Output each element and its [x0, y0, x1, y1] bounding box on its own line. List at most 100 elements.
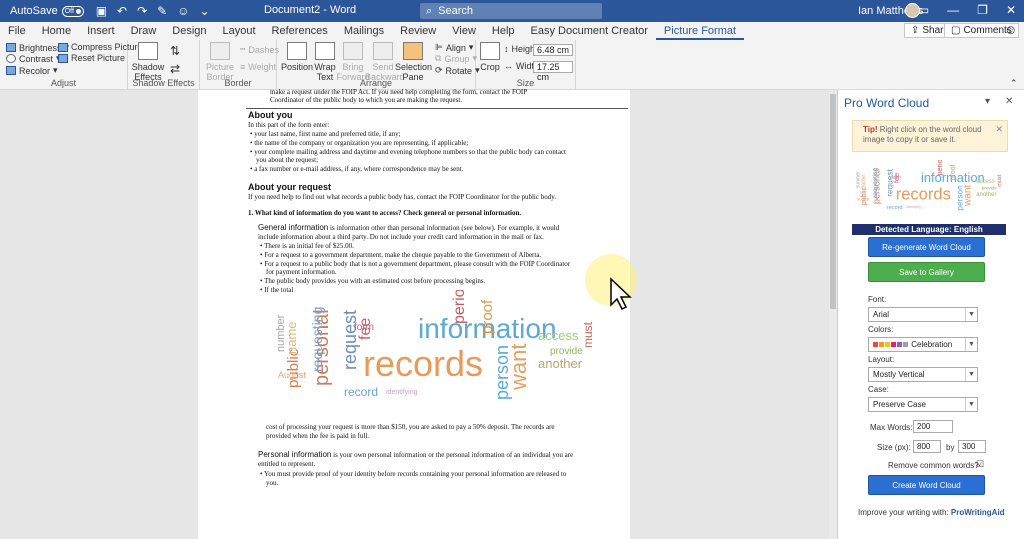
- ribbon-options-icon[interactable]: ▭: [918, 3, 929, 17]
- remove-common-checkbox[interactable]: ☑: [976, 459, 984, 470]
- shadow-toggle-icon[interactable]: ⇄: [170, 62, 180, 76]
- reset-picture-button[interactable]: Reset Picture: [58, 53, 125, 63]
- group-icon: ⧉: [435, 53, 442, 63]
- create-word-cloud-button[interactable]: Create Word Cloud: [868, 475, 985, 495]
- more-icon[interactable]: ⌄: [200, 4, 210, 18]
- autosave-toggle[interactable]: Off: [61, 5, 84, 17]
- weight-button[interactable]: ≡ Weight: [240, 62, 276, 72]
- case-label: Case:: [868, 385, 889, 394]
- wrap-text-icon: [315, 42, 335, 60]
- word-cloud-preview[interactable]: informationrecordspersonal requestpublic r…: [852, 160, 1008, 222]
- tab-review[interactable]: Review: [392, 22, 444, 40]
- tab-insert[interactable]: Insert: [79, 22, 123, 40]
- brightness-icon: [6, 43, 16, 52]
- document-scrollbar[interactable]: [829, 90, 837, 539]
- selection-pane-icon: [403, 42, 423, 60]
- color-swatch: [879, 342, 884, 347]
- word-cloud-word: person: [492, 345, 512, 400]
- bullet-you: • the name of the company or organizatio…: [250, 139, 469, 147]
- selection-pane-button[interactable]: Selection Pane: [395, 42, 432, 82]
- layout-select[interactable]: Mostly Vertical ▼: [868, 367, 978, 382]
- group-button[interactable]: ⧉ Group ▾: [435, 53, 477, 64]
- tab-references[interactable]: References: [264, 22, 336, 40]
- panel-close-icon[interactable]: ✕: [1005, 96, 1013, 107]
- word-cloud-word: requesting: [872, 167, 879, 197]
- paint-icon[interactable]: ✎: [157, 4, 167, 18]
- save-icon[interactable]: ▣: [96, 4, 107, 18]
- size-height-input[interactable]: 300: [958, 440, 986, 453]
- collapse-ribbon-icon[interactable]: ⌃: [1010, 78, 1018, 89]
- tab-layout[interactable]: Layout: [215, 22, 264, 40]
- tab-help[interactable]: Help: [484, 22, 523, 40]
- shadow-effects-button[interactable]: Shadow Effects: [130, 42, 166, 82]
- tab-mailings[interactable]: Mailings: [336, 22, 392, 40]
- prowritingaid-link[interactable]: ProWritingAid: [951, 508, 1005, 517]
- feedback-icon[interactable]: ☺: [1004, 22, 1017, 37]
- width-input[interactable]: 17.25 cm: [533, 61, 573, 82]
- tab-file[interactable]: File: [0, 22, 34, 40]
- size-width-input[interactable]: 800: [913, 440, 941, 453]
- chevron-down-icon: ▼: [965, 368, 977, 381]
- heading-about-request: About your request: [248, 182, 332, 192]
- chevron-down-icon: ▼: [965, 338, 977, 351]
- document-page[interactable]: make a request under the FOIP Act. If yo…: [198, 88, 630, 539]
- crop-button[interactable]: Crop: [472, 42, 508, 72]
- case-select[interactable]: Preserve Case ▼: [868, 397, 978, 412]
- colors-select[interactable]: Celebration ▼: [868, 337, 978, 352]
- about-you-intro: In this part of the form enter:: [248, 121, 330, 129]
- font-select[interactable]: Arial ▼: [868, 307, 978, 322]
- tab-design[interactable]: Design: [164, 22, 214, 40]
- group-adjust: Brightness ▾ Contrast ▾ Recolor ▾ Compre…: [0, 40, 147, 90]
- contrast-button[interactable]: Contrast ▾: [6, 53, 61, 64]
- group-shadow: Shadow Effects ⇅ ⇄ Shadow Effects: [128, 40, 200, 90]
- minimize-icon[interactable]: —: [947, 3, 959, 17]
- redo-icon[interactable]: ↷: [137, 4, 147, 18]
- accessibility-icon[interactable]: ☺: [177, 4, 189, 18]
- tab-easy-document-creator[interactable]: Easy Document Creator: [523, 22, 656, 40]
- recolor-button[interactable]: Recolor ▾: [6, 65, 58, 76]
- align-button[interactable]: ⊫ Align ▾: [435, 42, 473, 53]
- tip-close-icon[interactable]: ✕: [995, 124, 1003, 134]
- maximize-icon[interactable]: ❐: [977, 3, 988, 17]
- save-to-gallery-button[interactable]: Save to Gallery: [868, 262, 985, 282]
- word-cloud-word: must: [997, 174, 1003, 186]
- tab-picture-format[interactable]: Picture Format: [655, 22, 745, 40]
- panel-options-icon[interactable]: ▾: [985, 96, 990, 107]
- word-cloud-word: provide: [982, 185, 998, 190]
- regenerate-button[interactable]: Re-generate Word Cloud: [868, 237, 985, 257]
- group-size: Crop ↕ Height: 6.48 cm ↔ Width: 17.25 cm S…: [476, 40, 576, 90]
- chevron-down-icon: ▼: [965, 308, 977, 321]
- word-cloud-image[interactable]: informationrecordspersonal requestpublic r…: [268, 290, 608, 400]
- tab-home[interactable]: Home: [34, 22, 79, 40]
- prev-line-2: Coordinator of the public body to which …: [270, 96, 463, 104]
- word-cloud-word: proof: [950, 164, 957, 180]
- prev-line-1: make a request under the FOIP Act. If yo…: [270, 88, 528, 96]
- max-words-input[interactable]: 200: [913, 420, 953, 433]
- window-controls: ▭ — ❐ ✕: [918, 3, 1016, 17]
- bullet-general: for payment information.: [266, 268, 337, 276]
- detected-language: Detected Language: English: [852, 224, 1006, 235]
- comment-icon: ▢: [951, 25, 961, 36]
- group-border: Picture Border ┅ Dashes ≡ Weight Border: [200, 40, 279, 90]
- height-input[interactable]: 6.48 cm: [533, 44, 573, 56]
- group-label-shadow: Shadow Effects: [132, 78, 195, 88]
- dashes-button[interactable]: ┅ Dashes: [240, 44, 279, 55]
- search-input[interactable]: ⌕ Search: [420, 3, 602, 19]
- undo-icon[interactable]: ↶: [117, 4, 127, 18]
- color-swatch: [903, 342, 908, 347]
- general-info-heading: General information: [258, 223, 329, 232]
- tab-draw[interactable]: Draw: [123, 22, 165, 40]
- scrollbar-thumb[interactable]: [830, 94, 836, 309]
- word-cloud-word: record: [887, 205, 903, 211]
- personal-info-heading: Personal information: [258, 450, 332, 459]
- picture-border-button[interactable]: Picture Border: [202, 42, 238, 82]
- align-icon: ⊫: [435, 42, 443, 52]
- tab-view[interactable]: View: [444, 22, 484, 40]
- title-bar: AutoSave Off ▣ ↶ ↷ ✎ ☺ ⌄ Document2 - Wor…: [0, 0, 1024, 22]
- bring-forward-icon: [343, 42, 363, 60]
- contrast-icon: [6, 54, 16, 63]
- ribbon-tabs: File Home Insert Draw Design Layout References…: [0, 22, 1024, 40]
- autosave[interactable]: AutoSave Off: [10, 5, 84, 17]
- close-icon[interactable]: ✕: [1006, 3, 1016, 17]
- shadow-nudge-icon[interactable]: ⇅: [170, 44, 180, 58]
